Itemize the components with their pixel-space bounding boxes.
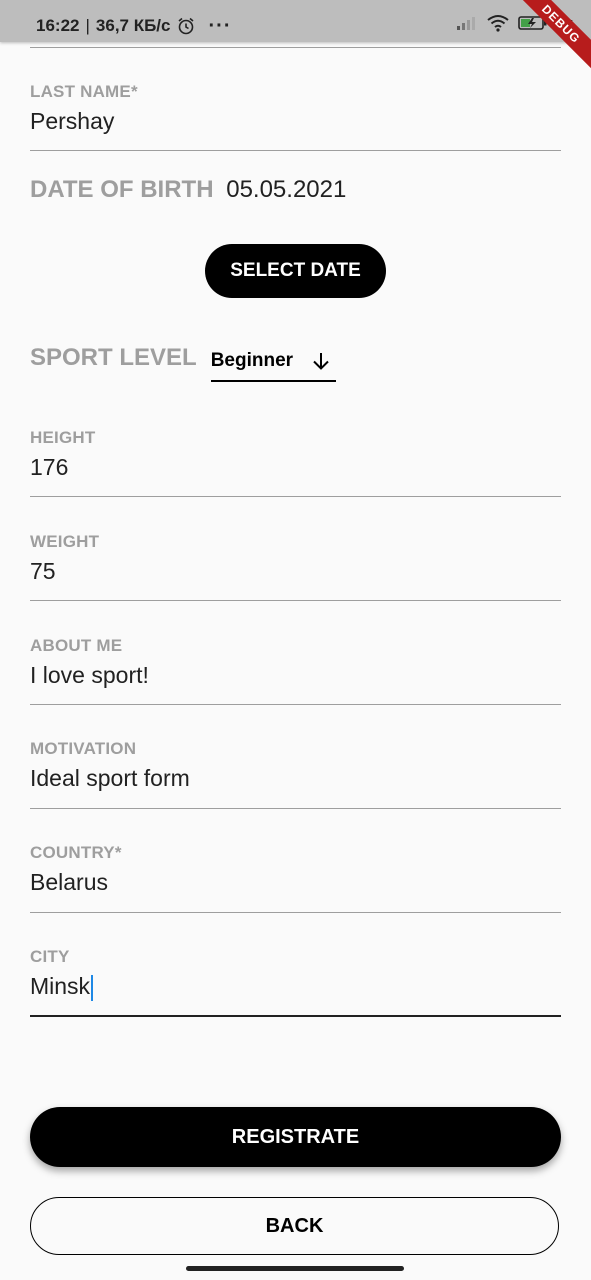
city-field[interactable]: CITY Minsk <box>30 947 561 1017</box>
about-me-label: ABOUT ME <box>30 636 123 655</box>
country-value[interactable]: Belarus <box>30 869 108 896</box>
motivation-underline <box>30 808 561 809</box>
date-of-birth-value: 05.05.2021 <box>226 176 347 203</box>
more-dots-icon: ··· <box>208 15 232 37</box>
status-bar: 16:22 | 36,7 КБ/с ··· 37 <box>0 0 591 42</box>
height-value[interactable]: 176 <box>30 454 68 481</box>
about-me-underline <box>30 704 561 705</box>
signal-icon <box>456 15 478 36</box>
city-value: Minsk <box>30 973 91 999</box>
about-me-value[interactable]: I love sport! <box>30 662 149 689</box>
city-underline <box>30 1015 561 1017</box>
last-name-value[interactable]: Pershay <box>30 108 114 135</box>
divider <box>30 47 561 48</box>
wifi-icon <box>486 14 510 37</box>
city-input[interactable]: Minsk <box>30 973 94 1001</box>
sport-level-row: SPORT LEVEL Beginner <box>30 342 336 382</box>
motivation-label: MOTIVATION <box>30 739 137 758</box>
motivation-field[interactable]: MOTIVATION Ideal sport form <box>30 739 561 809</box>
sport-level-value: Beginner <box>210 350 294 371</box>
alarm-icon <box>177 17 195 35</box>
date-of-birth-label: DATE OF BIRTH <box>30 176 214 203</box>
home-indicator[interactable] <box>186 1266 404 1271</box>
height-label: HEIGHT <box>30 428 96 447</box>
last-name-label: LAST NAME* <box>30 82 138 101</box>
country-underline <box>30 912 561 913</box>
last-name-underline <box>30 150 561 151</box>
motivation-value[interactable]: Ideal sport form <box>30 765 190 792</box>
status-time: 16:22 <box>36 16 80 35</box>
registrate-button[interactable]: REGISTRATE <box>30 1107 561 1167</box>
height-underline <box>30 496 561 497</box>
last-name-field[interactable]: LAST NAME* Pershay <box>30 82 561 151</box>
about-me-field[interactable]: ABOUT ME I love sport! <box>30 636 561 705</box>
sport-level-dropdown[interactable]: Beginner <box>210 342 336 382</box>
arrow-down-icon <box>310 350 332 372</box>
status-left: 16:22 | 36,7 КБ/с ··· <box>36 16 231 36</box>
date-of-birth-row: DATE OF BIRTH 05.05.2021 <box>30 176 346 204</box>
select-date-button[interactable]: SELECT DATE <box>205 244 386 298</box>
weight-value[interactable]: 75 <box>30 558 56 585</box>
weight-label: WEIGHT <box>30 532 100 551</box>
sport-level-label: SPORT LEVEL <box>30 344 197 371</box>
text-cursor <box>91 974 94 1001</box>
status-separator: | <box>85 16 90 35</box>
weight-underline <box>30 600 561 601</box>
country-field[interactable]: COUNTRY* Belarus <box>30 843 561 913</box>
back-button[interactable]: BACK <box>30 1197 559 1255</box>
country-label: COUNTRY* <box>30 843 122 862</box>
weight-field[interactable]: WEIGHT 75 <box>30 532 561 601</box>
height-field[interactable]: HEIGHT 176 <box>30 428 561 497</box>
city-label: CITY <box>30 947 70 966</box>
network-speed: 36,7 КБ/с <box>95 16 171 35</box>
